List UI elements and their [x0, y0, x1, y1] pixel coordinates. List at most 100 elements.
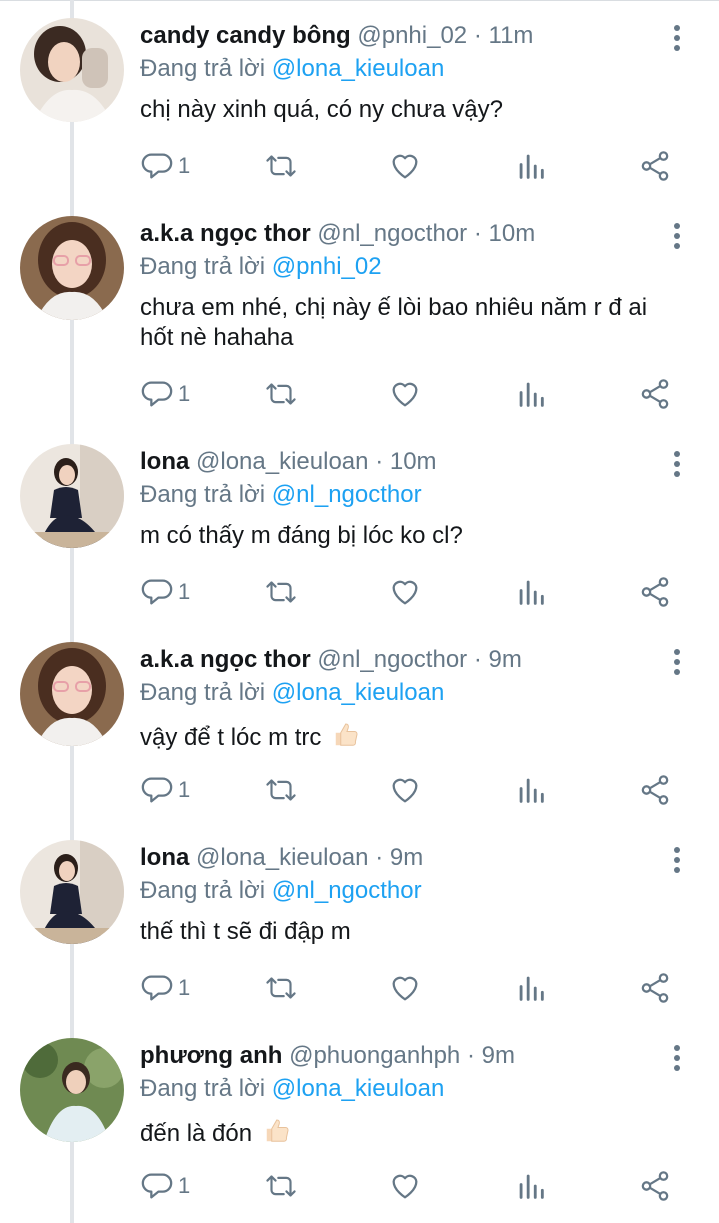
- replying-to-line: Đang trả lời @nl_ngocthor: [140, 875, 669, 907]
- reply-icon: [141, 975, 173, 1001]
- share-button[interactable]: [638, 1166, 672, 1206]
- retweet-button[interactable]: [262, 374, 300, 414]
- display-name[interactable]: phương anh: [140, 1042, 282, 1069]
- display-name[interactable]: lona: [140, 448, 189, 475]
- replying-to-label: Đang trả lời: [140, 253, 266, 280]
- retweet-icon: [266, 383, 296, 405]
- separator-dot: ·: [473, 646, 482, 673]
- analytics-button[interactable]: [514, 968, 548, 1008]
- share-button[interactable]: [638, 572, 672, 612]
- retweet-button[interactable]: [262, 770, 300, 810]
- user-handle[interactable]: @lona_kieuloan: [196, 448, 369, 475]
- timestamp[interactable]: 10m: [390, 448, 437, 475]
- reply-button[interactable]: 1: [140, 146, 190, 186]
- like-button[interactable]: [388, 1166, 422, 1206]
- reply-button[interactable]: 1: [140, 374, 190, 414]
- replying-to-link[interactable]: @lona_kieuloan: [272, 679, 445, 706]
- analytics-button[interactable]: [514, 374, 548, 414]
- heart-icon: [392, 778, 418, 803]
- retweet-button[interactable]: [262, 1166, 300, 1206]
- display-name[interactable]: a.k.a ngọc thor: [140, 646, 311, 673]
- avatar[interactable]: [20, 216, 124, 320]
- separator-dot: ·: [466, 1042, 475, 1069]
- avatar[interactable]: [20, 1038, 124, 1142]
- share-icon: [641, 151, 669, 181]
- like-button[interactable]: [388, 770, 422, 810]
- retweet-button[interactable]: [262, 572, 300, 612]
- replying-to-line: Đang trả lời @lona_kieuloan: [140, 1073, 669, 1105]
- thumbs-up-icon: [335, 723, 358, 746]
- more-options-icon[interactable]: [671, 450, 683, 478]
- timestamp[interactable]: 9m: [482, 1042, 515, 1069]
- action-bar: 1: [140, 968, 680, 1008]
- reply-button[interactable]: 1: [140, 1166, 190, 1206]
- retweet-icon: [266, 581, 296, 603]
- user-handle[interactable]: @pnhi_02: [357, 22, 467, 49]
- replying-to-link[interactable]: @lona_kieuloan: [272, 1075, 445, 1102]
- more-options-icon[interactable]: [671, 648, 683, 676]
- reply-button[interactable]: 1: [140, 572, 190, 612]
- timestamp[interactable]: 11m: [489, 22, 534, 49]
- replying-to-label: Đang trả lời: [140, 877, 266, 904]
- more-options-icon[interactable]: [671, 24, 683, 52]
- timestamp[interactable]: 9m: [489, 646, 522, 673]
- share-button[interactable]: [638, 968, 672, 1008]
- user-handle[interactable]: @phuonganhph: [289, 1042, 460, 1069]
- reply-count: 1: [178, 579, 191, 604]
- share-button[interactable]: [638, 770, 672, 810]
- display-name[interactable]: lona: [140, 844, 189, 871]
- tweet-text: thế thì t sẽ đi đập m: [140, 918, 351, 945]
- display-name[interactable]: candy candy bông: [140, 22, 351, 49]
- timestamp[interactable]: 10m: [489, 220, 536, 247]
- analytics-icon: [519, 976, 544, 1001]
- retweet-button[interactable]: [262, 968, 300, 1008]
- more-options-icon[interactable]: [671, 1044, 683, 1072]
- replying-to-line: Đang trả lời @pnhi_02: [140, 251, 669, 283]
- reply-button[interactable]: 1: [140, 968, 190, 1008]
- like-button[interactable]: [388, 146, 422, 186]
- more-options-icon[interactable]: [671, 222, 683, 250]
- action-bar: 1: [140, 1166, 680, 1206]
- heart-icon: [392, 154, 418, 179]
- share-icon: [641, 577, 669, 607]
- user-handle[interactable]: @nl_ngocthor: [317, 220, 467, 247]
- retweet-button[interactable]: [262, 146, 300, 186]
- avatar[interactable]: [20, 444, 124, 548]
- avatar[interactable]: [20, 642, 124, 746]
- replying-to-link[interactable]: @nl_ngocthor: [272, 877, 422, 904]
- reply-button[interactable]: 1: [140, 770, 190, 810]
- analytics-button[interactable]: [514, 146, 548, 186]
- share-button[interactable]: [638, 146, 672, 186]
- share-button[interactable]: [638, 374, 672, 414]
- analytics-button[interactable]: [514, 572, 548, 612]
- replying-to-link[interactable]: @lona_kieuloan: [272, 55, 445, 82]
- retweet-icon: [266, 155, 296, 177]
- tweet-text: đến là đón: [140, 1115, 669, 1149]
- analytics-button[interactable]: [514, 1166, 548, 1206]
- timestamp[interactable]: 9m: [390, 844, 423, 871]
- tweet-text-content: đến là đón: [140, 1120, 253, 1147]
- display-name[interactable]: a.k.a ngọc thor: [140, 220, 311, 247]
- reply-count: 1: [178, 1173, 191, 1198]
- like-button[interactable]: [388, 374, 422, 414]
- separator-dot: ·: [473, 220, 482, 247]
- avatar[interactable]: [20, 18, 124, 122]
- more-options-icon[interactable]: [671, 846, 683, 874]
- retweet-icon: [266, 977, 296, 999]
- reply-icon: [141, 777, 173, 803]
- analytics-button[interactable]: [514, 770, 548, 810]
- thumbs-up-icon: [266, 1119, 289, 1142]
- replying-to-label: Đang trả lời: [140, 679, 266, 706]
- user-handle[interactable]: @nl_ngocthor: [317, 646, 467, 673]
- replying-to-link[interactable]: @nl_ngocthor: [272, 481, 422, 508]
- reply-count: 1: [178, 777, 191, 802]
- replying-to-link[interactable]: @pnhi_02: [272, 253, 382, 280]
- like-button[interactable]: [388, 572, 422, 612]
- tweet-text: m có thấy m đáng bị lóc ko cl?: [140, 522, 463, 549]
- like-button[interactable]: [388, 968, 422, 1008]
- replying-to-label: Đang trả lời: [140, 1075, 266, 1102]
- separator-dot: ·: [375, 448, 384, 475]
- avatar[interactable]: [20, 840, 124, 944]
- user-handle[interactable]: @lona_kieuloan: [196, 844, 369, 871]
- analytics-icon: [519, 778, 544, 803]
